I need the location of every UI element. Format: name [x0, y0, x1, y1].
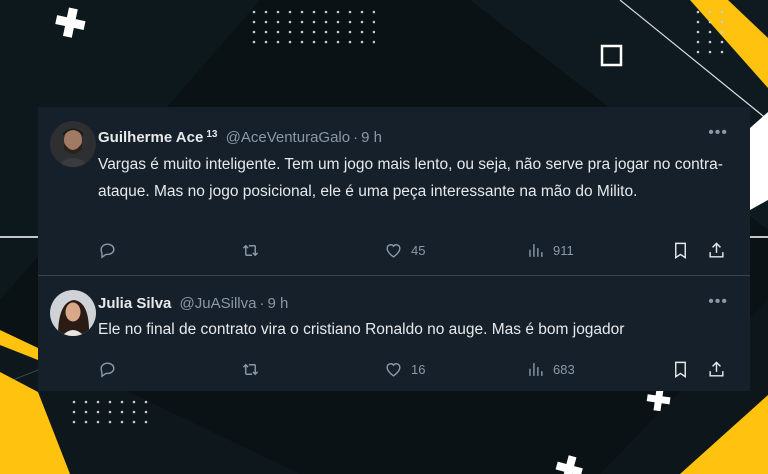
- timestamp[interactable]: 9 h: [361, 129, 382, 146]
- like-count: 45: [411, 242, 426, 258]
- retweet-button[interactable]: [241, 240, 260, 260]
- tweet[interactable]: Guilherme Ace 13 @AceVenturaGalo · 9 h ••• …: [38, 107, 750, 276]
- tweet-header: Julia Silva @JuASillva · 9 h: [98, 294, 288, 314]
- author-handle[interactable]: @JuASillva: [180, 295, 257, 312]
- tweet-header: Guilherme Ace 13 @AceVenturaGalo · 9 h: [98, 125, 382, 148]
- reply-button[interactable]: [98, 240, 117, 260]
- avatar[interactable]: [50, 290, 96, 336]
- reply-button[interactable]: [98, 359, 117, 379]
- like-count: 16: [411, 361, 426, 377]
- like-button[interactable]: 16: [384, 359, 425, 379]
- retweet-icon: [242, 244, 259, 256]
- reply-icon: [100, 361, 115, 378]
- separator: ·: [353, 129, 359, 146]
- view-count: 911: [553, 242, 574, 258]
- bookmark-icon: [675, 242, 686, 259]
- retweet-icon: [242, 363, 259, 375]
- avatar[interactable]: [50, 121, 96, 167]
- more-options-icon[interactable]: •••: [708, 125, 728, 141]
- views-icon: [529, 362, 543, 376]
- bookmark-icon: [675, 361, 686, 378]
- like-icon: [386, 243, 401, 258]
- timestamp[interactable]: 9 h: [267, 295, 288, 312]
- more-options-icon[interactable]: •••: [708, 294, 728, 310]
- tweet-text: Vargas é muito inteligente. Tem um jogo …: [98, 156, 723, 200]
- share-icon: [709, 241, 724, 258]
- retweet-button[interactable]: [241, 359, 260, 379]
- tweet-actions: 16 683: [98, 359, 738, 381]
- views-button[interactable]: 911: [526, 240, 574, 260]
- views-button[interactable]: 683: [526, 359, 575, 379]
- author-name[interactable]: Julia Silva: [98, 295, 171, 312]
- yellow-stripe-right: [750, 112, 768, 210]
- share-button[interactable]: [707, 240, 726, 260]
- view-count: 683: [553, 361, 575, 377]
- bookmark-button[interactable]: [671, 240, 690, 260]
- author-handle[interactable]: @AceVenturaGalo: [226, 129, 350, 146]
- share-button[interactable]: [707, 359, 726, 379]
- views-icon: [529, 243, 543, 257]
- tweet-text: Ele no final de contrato vira o cristian…: [98, 321, 625, 338]
- author-name[interactable]: Guilherme Ace: [98, 129, 203, 146]
- tweets-card: Guilherme Ace 13 @AceVenturaGalo · 9 h ••• …: [38, 107, 750, 391]
- share-icon: [709, 360, 724, 377]
- like-button[interactable]: 45: [384, 240, 425, 260]
- tweet-actions: 45 911: [98, 240, 738, 262]
- separator: ·: [259, 295, 265, 312]
- bookmark-button[interactable]: [671, 359, 690, 379]
- tweet[interactable]: Julia Silva @JuASillva · 9 h ••• Ele no fi…: [38, 276, 750, 391]
- like-icon: [386, 362, 401, 377]
- reply-icon: [100, 242, 115, 259]
- author-badge: 13: [206, 129, 218, 140]
